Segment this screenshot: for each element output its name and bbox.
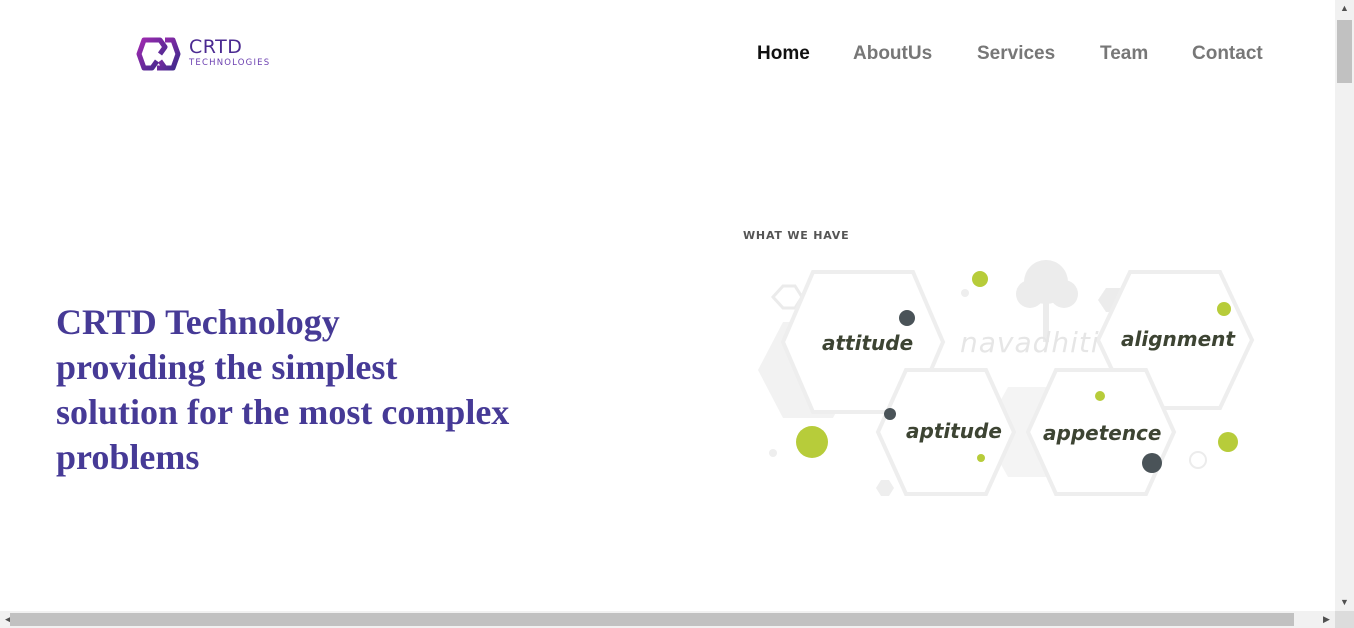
hexagon-graphic bbox=[758, 260, 1255, 496]
vertical-scrollbar[interactable]: ▲ ▼ bbox=[1335, 0, 1354, 611]
brand-name: CRTD bbox=[189, 36, 243, 58]
brand-logo[interactable]: CRTD TECHNOLOGIES bbox=[136, 36, 286, 72]
nav-aboutus[interactable]: AboutUs bbox=[853, 43, 932, 65]
nav-team[interactable]: Team bbox=[1100, 43, 1148, 65]
brand-watermark: navadhiti bbox=[960, 326, 1100, 359]
scroll-right-arrow-icon[interactable]: ▶ bbox=[1318, 611, 1335, 628]
logo-mark-icon bbox=[136, 37, 181, 71]
word-appetence: appetence bbox=[1043, 421, 1162, 445]
what-we-have-heading: WHAT WE HAVE bbox=[743, 229, 850, 242]
nav-contact[interactable]: Contact bbox=[1192, 43, 1263, 65]
horizontal-scrollbar[interactable]: ◀ ▶ bbox=[0, 611, 1335, 628]
vertical-scroll-thumb[interactable] bbox=[1337, 20, 1352, 83]
scrollbar-corner bbox=[1335, 611, 1354, 628]
word-attitude: attitude bbox=[822, 331, 914, 355]
horizontal-scroll-thumb[interactable] bbox=[10, 613, 1294, 626]
scroll-up-arrow-icon[interactable]: ▲ bbox=[1335, 0, 1354, 17]
hero-line-2: providing the simplest bbox=[56, 347, 398, 387]
hero-line-3: solution for the most complex bbox=[56, 392, 510, 432]
hero-title: CRTD Technology providing the simplest s… bbox=[56, 300, 576, 480]
hero-line-1: CRTD Technology bbox=[56, 302, 340, 342]
hero-line-4: problems bbox=[56, 437, 200, 477]
word-aptitude: aptitude bbox=[906, 419, 1002, 443]
scroll-down-arrow-icon[interactable]: ▼ bbox=[1335, 594, 1354, 611]
brand-subtitle: TECHNOLOGIES bbox=[189, 58, 271, 68]
what-we-have-illustration: WHAT WE HAVE navadhiti attitude alignmen… bbox=[738, 222, 1268, 512]
nav-home[interactable]: Home bbox=[757, 43, 810, 65]
nav-services[interactable]: Services bbox=[977, 43, 1055, 65]
word-alignment: alignment bbox=[1121, 327, 1235, 351]
